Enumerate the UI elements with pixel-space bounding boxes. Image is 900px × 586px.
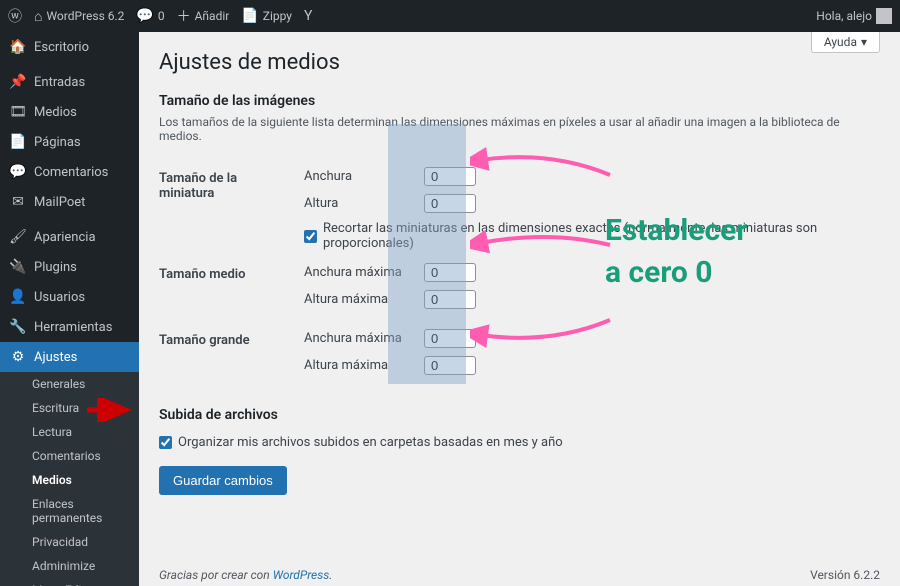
thumb-width-label: Anchura [304,169,414,184]
add-new[interactable]: ＋Añadir [177,6,230,26]
medium-height-label: Altura máxima [304,292,414,307]
menu-icon: 🖌 [10,229,26,245]
menu-icon: 📄 [10,134,26,150]
large-height-label: Altura máxima [304,358,414,373]
medium-width-label: Anchura máxima [304,265,414,280]
wp-logo[interactable]: ⓦ [8,6,22,26]
menu-icon: 🏠 [10,39,26,55]
medium-width-input[interactable] [424,263,476,282]
comments-link[interactable]: 💬0 [136,8,164,24]
add-label: Añadir [195,9,230,23]
menu-item-entradas[interactable]: 📌Entradas [0,67,139,97]
settings-table: Tamaño de la miniatura Anchura Altura Re… [159,161,880,389]
menu-item-comentarios[interactable]: 💬Comentarios [0,157,139,187]
menu-icon: ✉ [10,194,26,210]
admin-bar: ⓦ ⌂WordPress 6.2 💬0 ＋Añadir 📄Zippy Y Hol… [0,0,900,32]
menu-icon: 🔧 [10,319,26,335]
thumb-label: Tamaño de la miniatura [159,161,304,257]
menu-icon: ⚙ [10,349,26,365]
howdy[interactable]: Hola, alejo [816,8,892,24]
chevron-down-icon: ▾ [861,35,867,49]
menu-icon: 📌 [10,74,26,90]
menu-icon: 💬 [10,164,26,180]
submenu-item-adminimize[interactable]: Adminimize [0,554,139,578]
yoast-bar-item[interactable]: Y [304,8,312,24]
thumb-width-input[interactable] [424,167,476,186]
thumb-crop-checkbox[interactable] [304,230,317,243]
zippy-item[interactable]: 📄Zippy [241,8,292,24]
menu-item-medios[interactable]: 🎞Medios [0,97,139,127]
submenu-item-escritura[interactable]: Escritura [0,396,139,420]
large-height-input[interactable] [424,356,476,375]
menu-item-usuarios[interactable]: 👤Usuarios [0,282,139,312]
submenu-item-enlaces-permanentes[interactable]: Enlaces permanentes [0,492,139,530]
thumb-crop-label: Recortar las miniaturas en las dimension… [323,221,880,251]
admin-sidebar: 🏠Escritorio📌Entradas🎞Medios📄Páginas💬Come… [0,32,139,586]
images-section-title: Tamaño de las imágenes [159,93,880,109]
page-title: Ajustes de medios [159,50,880,75]
submenu-item-medios[interactable]: Medios [0,468,139,492]
large-width-input[interactable] [424,329,476,348]
menu-item-herramientas[interactable]: 🔧Herramientas [0,312,139,342]
submenu-item-generales[interactable]: Generales [0,372,139,396]
menu-item-páginas[interactable]: 📄Páginas [0,127,139,157]
submenu-item-lectura[interactable]: Lectura [0,420,139,444]
content-area: Ayuda▾ Ajustes de medios Tamaño de las i… [139,32,900,586]
large-label: Tamaño grande [159,323,304,389]
menu-icon: 👤 [10,289,26,305]
wordpress-link[interactable]: WordPress [273,568,330,582]
menu-item-ajustes[interactable]: ⚙Ajustes [0,342,139,372]
comments-count: 0 [158,9,165,23]
submenu-item-privacidad[interactable]: Privacidad [0,530,139,554]
medium-label: Tamaño medio [159,257,304,323]
menu-item-escritorio[interactable]: 🏠Escritorio [0,32,139,62]
menu-item-apariencia[interactable]: 🖌Apariencia [0,222,139,252]
images-description: Los tamaños de la siguiente lista determ… [159,115,880,143]
menu-icon: 🎞 [10,104,26,120]
upload-section-title: Subida de archivos [159,407,880,423]
submenu-item-comentarios[interactable]: Comentarios [0,444,139,468]
organize-checkbox[interactable] [159,436,172,449]
medium-height-input[interactable] [424,290,476,309]
menu-item-plugins[interactable]: 🔌Plugins [0,252,139,282]
site-name: WordPress 6.2 [46,9,124,23]
site-link[interactable]: ⌂WordPress 6.2 [34,8,124,25]
save-button[interactable]: Guardar cambios [159,466,287,495]
thumb-height-input[interactable] [424,194,476,213]
submenu-item-menu-editor[interactable]: Menu Editor [0,578,139,586]
avatar [876,8,892,24]
thumb-height-label: Altura [304,196,414,211]
help-tab[interactable]: Ayuda▾ [811,32,880,53]
organize-label: Organizar mis archivos subidos en carpet… [178,435,563,450]
footer: Gracias por crear con WordPress. Versión… [159,568,880,582]
large-width-label: Anchura máxima [304,331,414,346]
menu-item-mailpoet[interactable]: ✉MailPoet [0,187,139,217]
version-text: Versión 6.2.2 [810,568,880,582]
menu-icon: 🔌 [10,259,26,275]
